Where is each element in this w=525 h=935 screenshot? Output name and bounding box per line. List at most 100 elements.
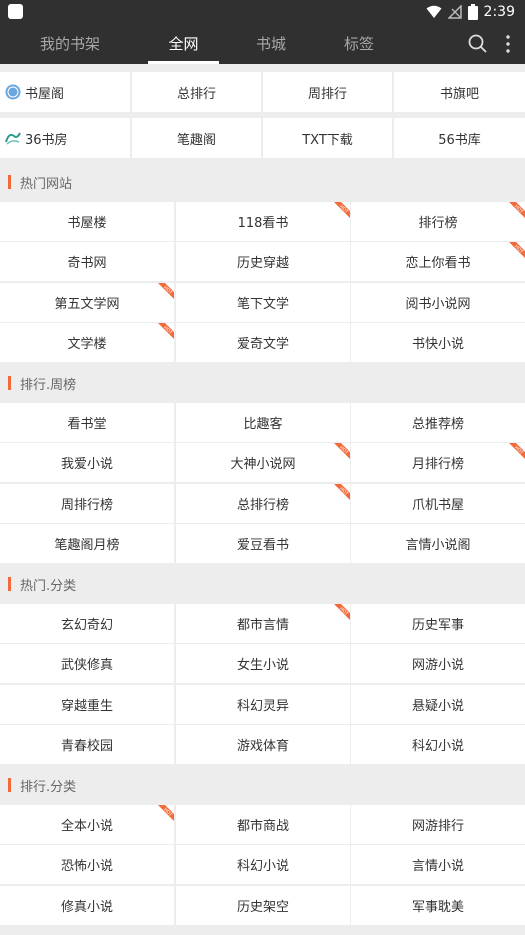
site-link-item[interactable]: 总推荐榜	[351, 403, 525, 442]
quick-link-item[interactable]: 书屋阁	[0, 72, 130, 112]
site-link-item[interactable]: 科幻小说	[351, 725, 525, 764]
site-link-item[interactable]: 女生小说	[176, 644, 350, 683]
site-link-item[interactable]: 恐怖小说	[0, 845, 174, 884]
site-link-item[interactable]: 笔趣阁月榜	[0, 524, 174, 563]
quick-link-item[interactable]: 总排行	[132, 72, 261, 112]
site-link-label: 修真小说	[60, 900, 113, 915]
site-link-item[interactable]: 阅书小说网	[351, 283, 525, 322]
site-link-item[interactable]: 历史军事	[351, 604, 525, 643]
section-header: 排行.分类	[0, 765, 525, 805]
section-header: 热门.分类	[0, 564, 525, 604]
site-link-item[interactable]: 历史穿越	[176, 242, 350, 281]
site-link-item[interactable]: 看书堂	[0, 403, 174, 442]
site-link-item[interactable]: 排行榜 HOT	[351, 202, 525, 241]
section-accent-bar	[8, 778, 11, 792]
tab-bookstore[interactable]: 书城	[236, 24, 306, 64]
site-link-item[interactable]: 穿越重生	[0, 685, 174, 724]
site-link-label: 历史穿越	[236, 256, 289, 271]
site-link-label: 游戏体育	[236, 739, 289, 754]
site-link-item[interactable]: 我爱小说	[0, 443, 174, 482]
quick-link-item[interactable]: 36书房	[0, 118, 130, 158]
site-link-item[interactable]: 月排行榜 HOT	[351, 443, 525, 482]
site-link-item[interactable]: 科幻小说	[176, 845, 350, 884]
section-title: 热门.分类	[20, 578, 77, 594]
site-link-item[interactable]: 修真小说	[0, 886, 174, 925]
site-link-item[interactable]: 言情小说	[351, 845, 525, 884]
site-link-item[interactable]: 游戏体育	[176, 725, 350, 764]
tab-bookshelf[interactable]: 我的书架	[30, 24, 110, 64]
site-link-item[interactable]: 全本小说 HOT	[0, 805, 174, 844]
site-link-item[interactable]: 科幻灵异	[176, 685, 350, 724]
section-accent-bar	[8, 376, 11, 390]
quick-link-item[interactable]: TXT下载	[263, 118, 392, 158]
top-nav-bar: 我的书架 全网 书城 标签	[0, 24, 525, 64]
section-header: 热门网站	[0, 162, 525, 202]
site-link-label: 总推荐榜	[411, 417, 464, 432]
site-link-label: 网游排行	[411, 819, 464, 834]
site-link-item[interactable]: 书快小说	[351, 323, 525, 362]
site-link-label: 第五文学网	[54, 297, 120, 312]
tab-tags[interactable]: 标签	[324, 24, 394, 64]
hot-badge-icon: HOT	[334, 484, 350, 500]
quick-link-item[interactable]: 书旗吧	[394, 72, 525, 112]
hot-badge-icon: HOT	[158, 323, 174, 339]
no-signal-icon	[447, 5, 462, 19]
site-link-item[interactable]: 爱豆看书	[176, 524, 350, 563]
site-link-label: 恋上你看书	[405, 256, 471, 271]
site-link-item[interactable]: 悬疑小说	[351, 685, 525, 724]
site-link-item[interactable]: 网游小说	[351, 644, 525, 683]
quick-link-item[interactable]: 56书库	[394, 118, 525, 158]
site-link-label: 全本小说	[60, 819, 113, 834]
hot-badge-icon: HOT	[334, 604, 350, 620]
section-accent-bar	[8, 175, 11, 189]
site-link-label: 总排行榜	[236, 498, 289, 513]
tab-whole-web[interactable]: 全网	[148, 24, 219, 64]
site-link-item[interactable]: 都市言情 HOT	[176, 604, 350, 643]
site-link-label: 科幻灵异	[236, 699, 289, 714]
quick-link-item[interactable]: 笔趣阁	[132, 118, 261, 158]
section-title: 排行.分类	[20, 779, 77, 795]
site-link-item[interactable]: 笔下文学	[176, 283, 350, 322]
quick-link-item[interactable]: 周排行	[263, 72, 392, 112]
site-link-item[interactable]: 恋上你看书 HOT	[351, 242, 525, 281]
site-link-label: 网游小说	[411, 658, 464, 673]
site-link-item[interactable]: 言情小说阁	[351, 524, 525, 563]
site-link-label: 历史军事	[411, 618, 464, 633]
site-link-item[interactable]: 网游排行	[351, 805, 525, 844]
status-bar: 2:39	[0, 0, 525, 24]
site-link-item[interactable]: 奇书网	[0, 242, 174, 281]
site-link-item[interactable]: 青春校园	[0, 725, 174, 764]
site-link-item[interactable]: 爪机书屋	[351, 484, 525, 523]
more-vert-icon[interactable]	[496, 32, 520, 56]
site-link-item[interactable]: 文学楼 HOT	[0, 323, 174, 362]
site-link-item[interactable]: 大神小说网 HOT	[176, 443, 350, 482]
site-link-label: 穿越重生	[60, 699, 113, 714]
site-link-item[interactable]: 周排行榜	[0, 484, 174, 523]
site-link-item[interactable]: 军事耽美	[351, 886, 525, 925]
site-link-label: 言情小说阁	[405, 538, 471, 553]
site-link-item[interactable]: 都市商战	[176, 805, 350, 844]
site-link-label: 文学楼	[67, 337, 107, 352]
site-link-label: 爱奇文学	[236, 337, 289, 352]
site-link-label: 笔趣阁月榜	[54, 538, 120, 553]
hot-badge-icon: HOT	[509, 202, 525, 218]
site-link-item[interactable]: 118看书 HOT	[176, 202, 350, 241]
search-icon[interactable]	[466, 32, 490, 56]
site-link-item[interactable]: 第五文学网 HOT	[0, 283, 174, 322]
section-title: 排行.周榜	[20, 377, 77, 393]
site-link-item[interactable]: 玄幻奇幻	[0, 604, 174, 643]
site-link-label: 奇书网	[67, 256, 107, 271]
site-link-label: 悬疑小说	[411, 699, 464, 714]
36shufang-logo-icon	[5, 132, 21, 145]
section-accent-bar	[8, 577, 11, 591]
site-link-item[interactable]: 爱奇文学	[176, 323, 350, 362]
site-link-label: 月排行榜	[411, 457, 464, 472]
site-link-item[interactable]: 武侠修真	[0, 644, 174, 683]
site-link-item[interactable]: 历史架空	[176, 886, 350, 925]
site-link-item[interactable]: 总排行榜 HOT	[176, 484, 350, 523]
site-link-item[interactable]: 书屋楼	[0, 202, 174, 241]
site-link-label: 科幻小说	[411, 739, 464, 754]
site-link-label: 都市言情	[236, 618, 289, 633]
quick-link-label: 书屋阁	[25, 86, 65, 102]
site-link-item[interactable]: 比趣客	[176, 403, 350, 442]
